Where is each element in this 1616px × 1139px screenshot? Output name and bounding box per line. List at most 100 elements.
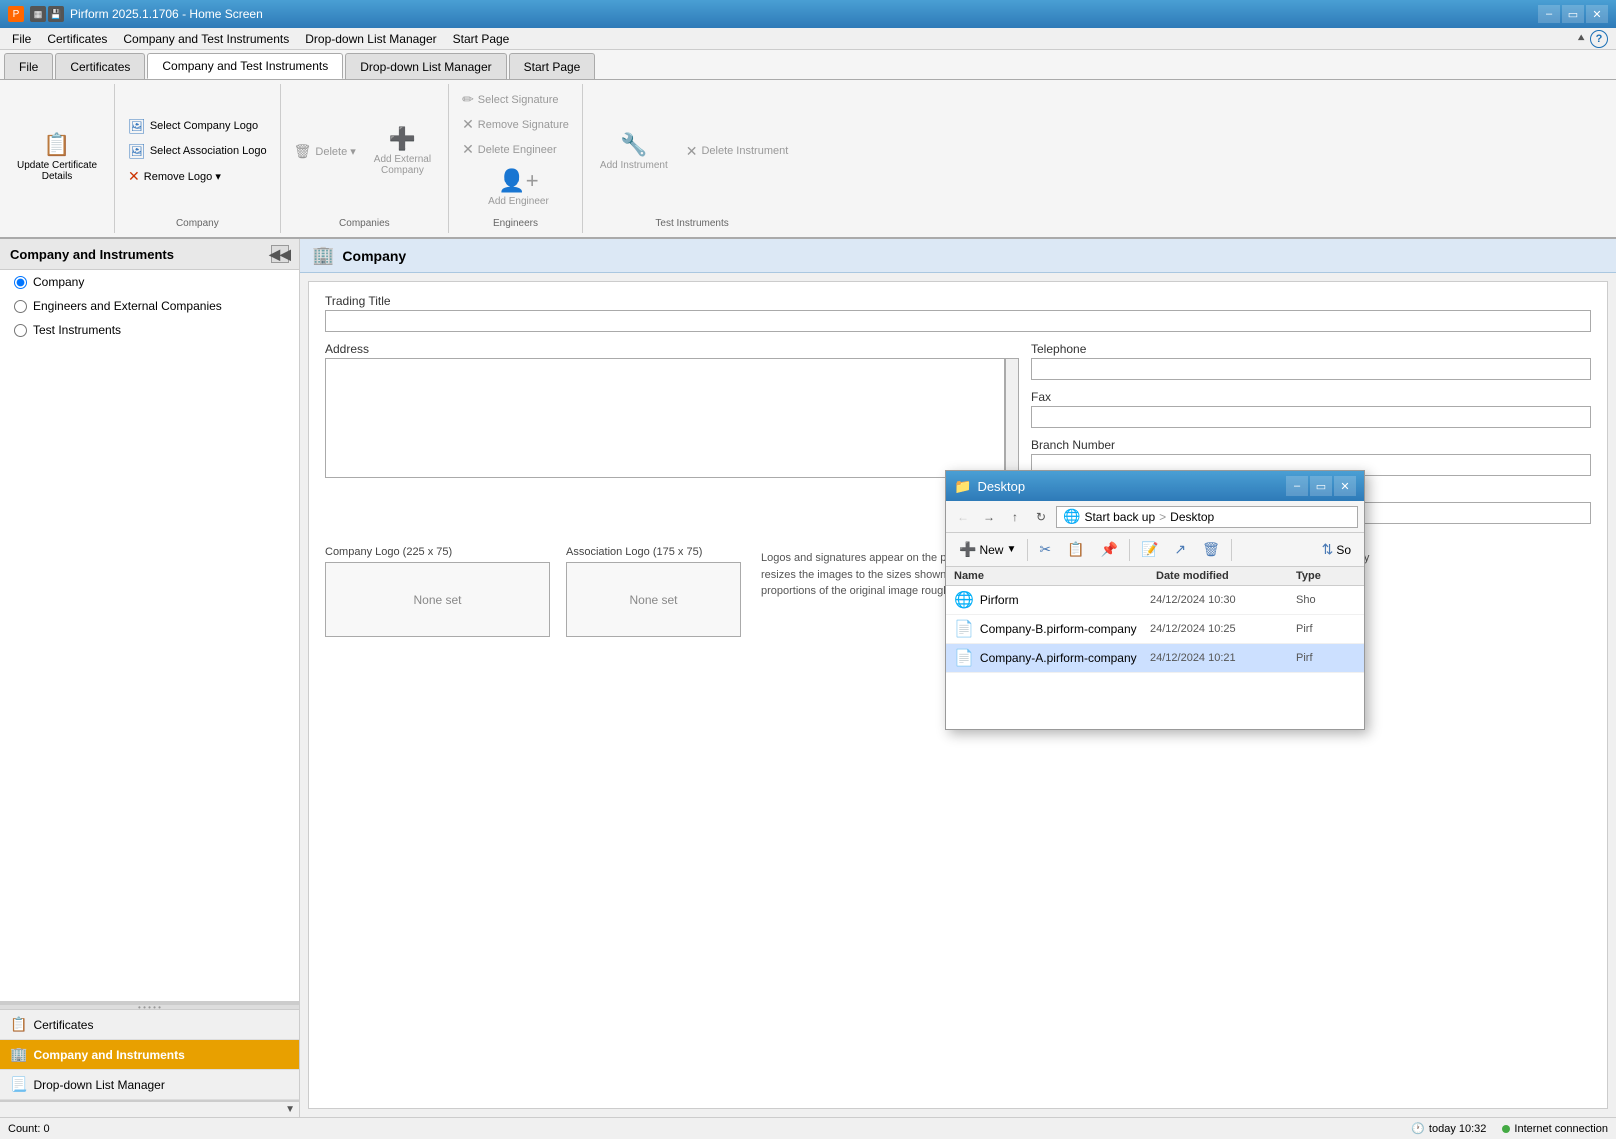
menu-icon-1[interactable]: ▦ — [30, 6, 46, 22]
ribbon-group-companies: 🗑 Delete ▾ ➕ Add ExternalCompany Compani… — [281, 84, 449, 233]
fe-sort-icon: ⇅ — [1322, 541, 1334, 558]
menu-company-instruments[interactable]: Company and Test Instruments — [115, 28, 297, 49]
fe-up-button[interactable]: ↑ — [1004, 506, 1026, 528]
menu-certificates[interactable]: Certificates — [39, 28, 115, 49]
fe-share-button[interactable]: ↗ — [1167, 537, 1193, 562]
trading-title-input[interactable] — [325, 310, 1591, 332]
fe-refresh-button[interactable]: ↻ — [1030, 506, 1052, 528]
fe-minimize-button[interactable]: – — [1286, 476, 1308, 496]
add-engineer-button[interactable]: 👤+ Add Engineer — [479, 161, 558, 214]
ribbon-group-company: 🖼 Select Company Logo 🖼 Select Associati… — [115, 84, 281, 233]
sidebar-close-button[interactable]: ◀◀ — [271, 245, 289, 263]
tab-certificates[interactable]: Certificates — [55, 53, 145, 79]
remove-logo-button[interactable]: ✕ Remove Logo ▾ — [123, 165, 272, 188]
sidebar-title: Company and Instruments — [10, 247, 174, 262]
fe-sort-button[interactable]: ⇅ So — [1315, 537, 1358, 562]
minimize-button[interactable]: – — [1538, 5, 1560, 23]
help-collapse-icon[interactable]: ⯅ — [1576, 31, 1586, 46]
test-instruments-radio[interactable] — [14, 324, 27, 337]
company-group-label: Company — [176, 218, 219, 229]
fax-row: Fax — [1031, 390, 1591, 428]
fe-file-icon-pirform: 🌐 — [954, 590, 974, 610]
select-association-logo-button[interactable]: 🖼 Select Association Logo — [123, 140, 272, 163]
tab-company-instruments[interactable]: Company and Test Instruments — [147, 53, 343, 79]
update-certificate-button[interactable]: 📋 Update CertificateDetails — [8, 125, 106, 189]
companies-small-group: 🗑 Delete ▾ — [289, 140, 361, 163]
fe-restore-button[interactable]: ▭ — [1310, 476, 1332, 496]
fe-copy-button[interactable]: 📋 — [1060, 537, 1091, 562]
tab-dropdown-list[interactable]: Drop-down List Manager — [345, 53, 506, 79]
fax-input[interactable] — [1031, 406, 1591, 428]
fe-file-icon-company-a: 📄 — [954, 648, 974, 668]
sidebar-item-company[interactable]: Company — [0, 270, 299, 294]
help-icon[interactable]: ? — [1590, 30, 1608, 48]
add-instrument-label: Add Instrument — [600, 160, 668, 171]
company-radio[interactable] — [14, 276, 27, 289]
sidebar-scroll-down[interactable]: ▼ — [285, 1104, 295, 1115]
sidebar-tab-certificates[interactable]: 📋 Certificates — [0, 1010, 299, 1040]
sidebar: Company and Instruments ◀◀ Company Engin… — [0, 239, 300, 1117]
sidebar-tab-dropdown-list[interactable]: 📃 Drop-down List Manager — [0, 1070, 299, 1100]
remove-signature-button[interactable]: ✕ Remove Signature — [457, 113, 574, 136]
sidebar-item-engineers[interactable]: Engineers and External Companies — [0, 294, 299, 318]
address-scrollbar[interactable] — [1005, 358, 1019, 481]
fe-delete-button[interactable]: 🗑 — [1195, 537, 1227, 562]
close-button[interactable]: ✕ — [1586, 5, 1608, 23]
fe-new-dropdown-icon: ▼ — [1006, 544, 1016, 555]
fe-back-button[interactable]: ← — [952, 506, 974, 528]
title-bar-controls: – ▭ ✕ — [1538, 5, 1608, 23]
add-instrument-icon: 🔧 — [620, 132, 647, 158]
address-col: Address — [325, 342, 1019, 534]
company-logo-label: Company Logo (225 x 75) — [325, 546, 550, 558]
telephone-label: Telephone — [1031, 342, 1591, 356]
fe-new-button[interactable]: ➕ New ▼ — [952, 537, 1023, 562]
fe-forward-button[interactable]: → — [978, 506, 1000, 528]
fe-file-icon-company-b: 📄 — [954, 619, 974, 639]
menu-file[interactable]: File — [4, 28, 39, 49]
menu-dropdown-list[interactable]: Drop-down List Manager — [297, 28, 444, 49]
select-signature-button[interactable]: ✏ Select Signature — [457, 88, 574, 111]
del-instrument-icon: ✕ — [686, 143, 698, 160]
delete-button[interactable]: 🗑 Delete ▾ — [289, 140, 361, 163]
restore-button[interactable]: ▭ — [1562, 5, 1584, 23]
fe-rename-button[interactable]: 📝 — [1134, 537, 1165, 562]
add-external-company-label: Add ExternalCompany — [374, 154, 431, 176]
add-external-company-button[interactable]: ➕ Add ExternalCompany — [365, 119, 440, 183]
fe-file-row-pirform[interactable]: 🌐 Pirform 24/12/2024 10:30 Sho — [946, 586, 1364, 615]
app-icon: P — [8, 6, 24, 22]
ribbon: 📋 Update CertificateDetails 🖼 Select Com… — [0, 80, 1616, 239]
select-company-logo-button[interactable]: 🖼 Select Company Logo — [123, 115, 272, 138]
sidebar-item-test-instruments[interactable]: Test Instruments — [0, 318, 299, 342]
fe-file-row-company-b[interactable]: 📄 Company-B.pirform-company 24/12/2024 1… — [946, 615, 1364, 644]
delete-engineer-button[interactable]: ✕ Delete Engineer — [457, 138, 574, 161]
menu-icon-2[interactable]: 💾 — [48, 6, 64, 22]
fe-title-controls: – ▭ ✕ — [1286, 476, 1356, 496]
engineers-radio[interactable] — [14, 300, 27, 313]
sidebar-tab-company-instruments[interactable]: 🏢 Company and Instruments — [0, 1040, 299, 1070]
main-layout: Company and Instruments ◀◀ Company Engin… — [0, 239, 1616, 1117]
assoc-logo-label: Association Logo (175 x 75) — [566, 546, 741, 558]
delete-instrument-button[interactable]: ✕ Delete Instrument — [681, 140, 794, 163]
fe-file-row-company-a[interactable]: 📄 Company-A.pirform-company 24/12/2024 1… — [946, 644, 1364, 673]
companies-group-label: Companies — [339, 218, 390, 229]
tab-file[interactable]: File — [4, 53, 53, 79]
add-company-icon: ➕ — [389, 126, 416, 152]
title-bar-left: P ▦ 💾 Pirform 2025.1.1706 - Home Screen — [8, 6, 263, 22]
fe-paste-button[interactable]: 📌 — [1094, 537, 1125, 562]
branch-number-label: Branch Number — [1031, 438, 1591, 452]
fe-breadcrumb-icon: 🌐 — [1063, 508, 1080, 525]
test-instruments-group-label: Test Instruments — [655, 218, 728, 229]
fe-cut-button[interactable]: ✂ — [1032, 537, 1058, 562]
add-instrument-button[interactable]: 🔧 Add Instrument — [591, 125, 677, 178]
add-engineer-label: Add Engineer — [488, 196, 549, 207]
telephone-input[interactable] — [1031, 358, 1591, 380]
fe-file-name-company-b: Company-B.pirform-company — [980, 622, 1144, 636]
internet-label: Internet connection — [1514, 1123, 1608, 1135]
fe-close-button[interactable]: ✕ — [1334, 476, 1356, 496]
menu-start-page[interactable]: Start Page — [445, 28, 518, 49]
file-explorer: 📁 Desktop – ▭ ✕ ← → ↑ ↻ 🌐 Start back up … — [945, 470, 1365, 730]
assoc-logo-col: Association Logo (175 x 75) None set — [566, 546, 741, 637]
tab-start-page[interactable]: Start Page — [509, 53, 596, 79]
title-bar-menu-icons: ▦ 💾 — [30, 6, 64, 22]
address-textarea[interactable] — [325, 358, 1005, 478]
